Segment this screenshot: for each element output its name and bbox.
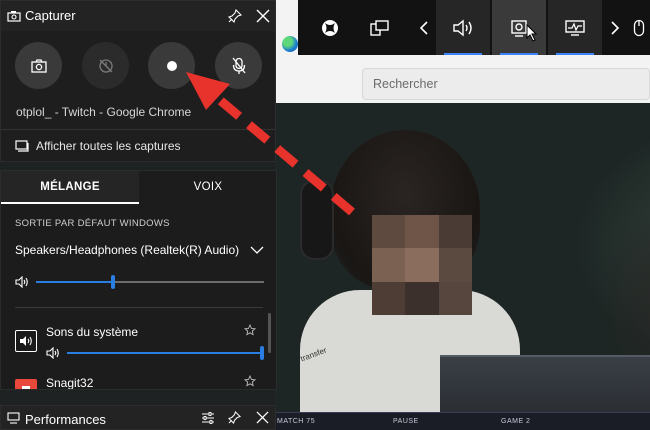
performance-widget-title: Performances [25,412,106,427]
xbox-home-button[interactable] [310,0,350,55]
screenshot-button[interactable] [15,42,62,89]
snagit-icon [22,386,30,389]
snagit-app-icon [15,379,37,389]
output-device-select[interactable]: Speakers/Headphones (Realtek(R) Audio) [15,239,267,261]
app-name: Sons du système [46,325,139,339]
speaker-icon [15,276,28,288]
performance-widget[interactable]: Performances [0,405,276,430]
edge-icon [282,36,298,52]
pixelated-face [372,215,472,315]
mouse-settings-button[interactable] [628,0,650,55]
gallery-icon [15,140,29,152]
show-all-captures-label: Afficher toutes les captures [36,139,181,153]
microphone-toggle-button[interactable] [215,42,262,89]
show-all-captures-link[interactable]: Afficher toutes les captures [1,130,275,162]
tab-mix[interactable]: MÉLANGE [1,171,139,204]
widget-menu-icon [370,19,389,36]
audio-widget: MÉLANGE VOIX SORTIE PAR DÉFAUT WINDOWS S… [0,170,277,390]
performance-widget-icon [7,412,20,424]
chevron-down-icon [250,246,264,254]
volume-slider-thumb[interactable] [260,346,264,360]
chevron-right-icon [611,20,620,35]
start-recording-button[interactable] [148,42,195,89]
default-output-heading: SORTIE PAR DÉFAUT WINDOWS [15,218,170,229]
xbox-logo-icon [322,19,338,36]
mouse-cursor-icon [526,24,538,42]
search-input[interactable]: Rechercher [362,68,650,100]
scroll-left-button[interactable] [410,0,438,55]
xbox-game-bar [298,0,650,55]
capture-title-bar[interactable]: Capturer [1,1,275,31]
capture-widget-button[interactable] [492,0,546,55]
capture-widget: Capturer otplol_ - Twitch - Google Chrom… [0,0,276,162]
output-device-value: Speakers/Headphones (Realtek(R) Audio) [15,243,240,257]
system-sounds-app-icon [15,330,37,352]
widget-menu-button[interactable] [360,0,400,55]
video-headset [300,180,334,260]
master-volume-slider[interactable] [36,275,264,289]
stream-bottom-bar: MATCH 75 PAUSE GAME 2 [275,412,650,430]
settings-sliders-icon[interactable] [201,412,215,424]
camera-icon [30,58,47,73]
scrollbar[interactable] [268,313,271,353]
performance-icon [565,19,585,36]
pin-icon[interactable] [228,411,241,424]
favorite-star-icon[interactable] [244,375,256,387]
performance-widget-button[interactable] [548,0,602,55]
bottom-bar-text: MATCH 75 [277,418,316,425]
favorite-star-icon[interactable] [244,324,256,336]
record-last-30s-button[interactable] [82,42,129,89]
active-indicator [556,53,594,55]
video-monitor [440,355,650,415]
active-indicator [444,53,482,55]
camera-widget-icon [7,11,21,22]
active-indicator [500,53,538,55]
close-icon[interactable] [256,411,269,424]
mic-muted-icon [231,57,246,74]
chevron-left-icon [419,20,428,35]
app-name: Snagit32 [46,376,94,390]
scroll-right-button[interactable] [604,0,626,55]
bottom-bar-text: GAME 2 [501,418,531,425]
audio-widget-button[interactable] [436,0,490,55]
speaker-icon [46,347,59,359]
tab-voice[interactable]: VOIX [139,171,276,204]
divider [15,307,263,308]
system-sounds-volume-slider[interactable] [67,346,264,360]
bottom-bar-text: PAUSE [393,418,419,425]
pin-icon[interactable] [228,9,242,23]
speaker-icon [20,336,32,346]
close-icon[interactable] [256,9,270,23]
volume-slider-thumb[interactable] [111,275,115,289]
capture-widget-title: Capturer [25,8,76,23]
mouse-icon [633,19,645,36]
record-icon [166,60,177,71]
record-last-30s-icon [98,58,113,73]
audio-icon [453,19,472,36]
capture-source-label: otplol_ - Twitch - Google Chrome [16,105,192,119]
